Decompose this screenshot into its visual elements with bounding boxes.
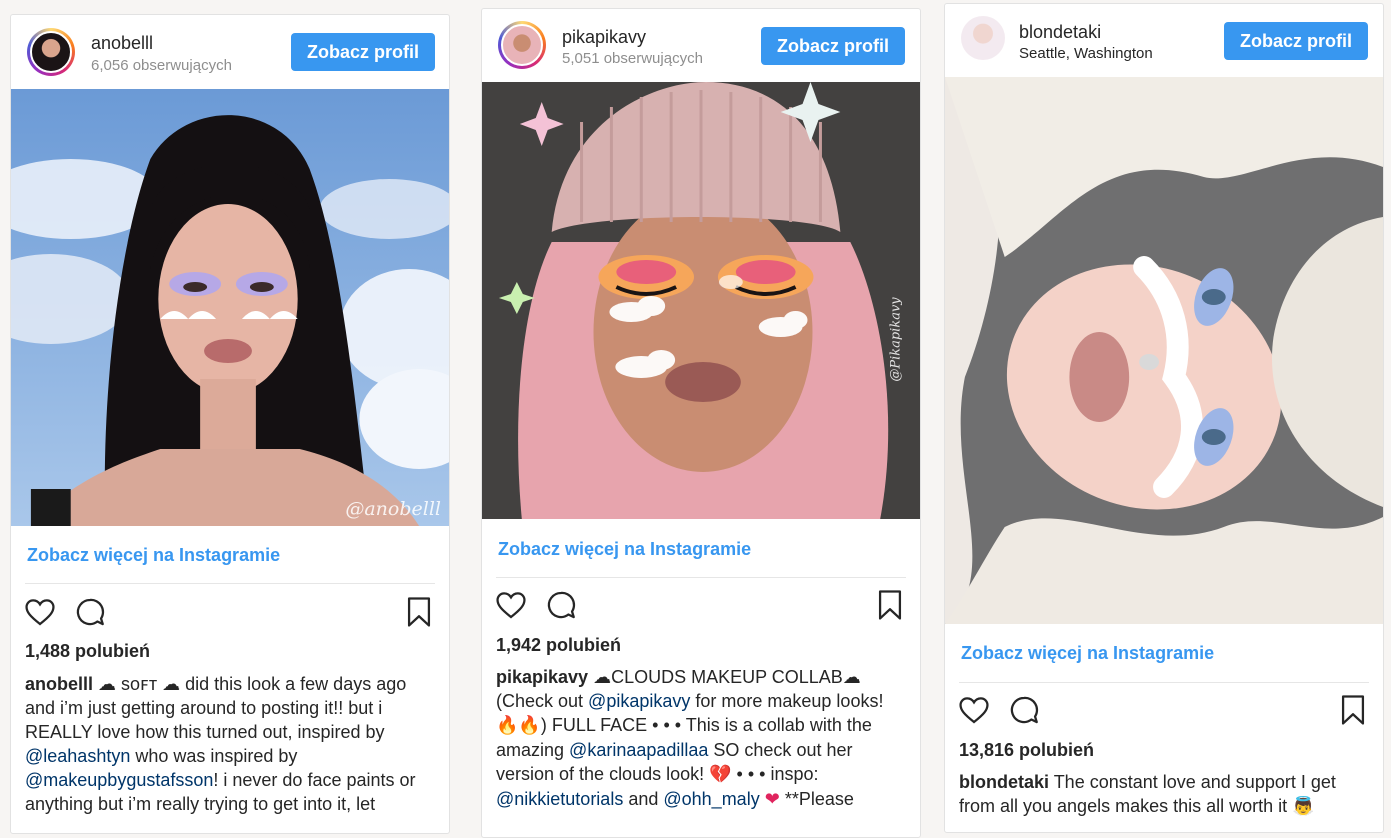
avatar[interactable] <box>961 16 1005 60</box>
post-photo-art <box>11 89 449 526</box>
divider <box>25 583 435 584</box>
caption-text: who was inspired by <box>130 746 298 766</box>
view-profile-button[interactable]: Zobacz profil <box>1224 22 1368 60</box>
location: Seattle, Washington <box>1019 45 1153 62</box>
instagram-embed-card-pikapikavy: pikapikavy 5,051 obserwujących Zobacz pr… <box>481 8 921 838</box>
bookmark-icon[interactable] <box>873 588 907 622</box>
mention-link[interactable]: @ohh_maly <box>663 789 759 809</box>
heart-icon[interactable] <box>23 595 57 629</box>
comment-icon[interactable] <box>1007 693 1041 727</box>
username[interactable]: blondetaki <box>1019 22 1101 43</box>
post-caption: pikapikavy ☁CLOUDS MAKEUP COLLAB☁ (Check… <box>496 665 910 812</box>
follower-count: 5,051 obserwujących <box>562 50 703 67</box>
photo-watermark: @Pikapikavy <box>888 297 904 382</box>
photo-watermark: @anobelll <box>345 498 441 520</box>
red-heart-emoji: ❤ <box>764 789 780 810</box>
post-photo[interactable] <box>945 77 1383 624</box>
bookmark-icon[interactable] <box>1336 693 1370 727</box>
username[interactable]: pikapikavy <box>562 27 646 48</box>
view-more-on-instagram-link[interactable]: Zobacz więcej na Instagramie <box>498 539 751 560</box>
mention-link[interactable]: @karinaapadillaa <box>569 740 708 760</box>
mention-link[interactable]: @nikkietutorials <box>496 789 623 809</box>
view-profile-button[interactable]: Zobacz profil <box>761 27 905 65</box>
comment-icon[interactable] <box>73 595 107 629</box>
post-photo[interactable]: @anobelll <box>11 89 449 526</box>
caption-text: and <box>623 789 664 809</box>
bookmark-icon[interactable] <box>402 595 436 629</box>
divider <box>959 682 1369 683</box>
comment-icon[interactable] <box>544 588 578 622</box>
post-caption: anobelll ☁ sᴏꜰᴛ ☁ did this look a few da… <box>25 672 439 816</box>
caption-text: • • • inspo: <box>731 764 819 784</box>
mention-link[interactable]: @pikapikavy <box>588 691 690 711</box>
likes-count: 1,942 polubień <box>496 635 622 655</box>
instagram-embed-card-blondetaki: blondetaki Seattle, Washington Zobacz pr… <box>944 3 1384 833</box>
angel-emoji: 👼 <box>1292 796 1315 817</box>
heart-icon[interactable] <box>957 693 991 727</box>
caption-author[interactable]: anobelll <box>25 674 93 694</box>
post-photo-art <box>945 77 1383 624</box>
post-photo-art <box>482 82 920 519</box>
divider <box>496 577 906 578</box>
follower-count: 6,056 obserwujących <box>91 57 232 74</box>
username[interactable]: anobelll <box>91 33 153 54</box>
heart-icon[interactable] <box>494 588 528 622</box>
mention-link[interactable]: @leahashtyn <box>25 746 130 766</box>
card-header: anobelll 6,056 obserwujących Zobacz prof… <box>11 15 449 89</box>
avatar[interactable] <box>498 21 546 69</box>
fire-emoji: 🔥🔥 <box>496 715 541 736</box>
avatar[interactable] <box>27 28 75 76</box>
view-profile-button[interactable]: Zobacz profil <box>291 33 435 71</box>
caption-text: for more makeup looks! <box>690 691 884 711</box>
likes-count: 1,488 polubień <box>25 641 151 661</box>
view-more-on-instagram-link[interactable]: Zobacz więcej na Instagramie <box>961 643 1214 664</box>
instagram-embed-card-anobelll: anobelll 6,056 obserwujących Zobacz prof… <box>10 14 450 834</box>
likes-count: 13,816 polubień <box>959 740 1095 760</box>
caption-author[interactable]: pikapikavy <box>496 667 588 687</box>
view-more-on-instagram-link[interactable]: Zobacz więcej na Instagramie <box>27 545 280 566</box>
broken-heart-emoji: 💔 <box>709 764 732 785</box>
caption-text: **Please <box>779 789 854 809</box>
post-photo[interactable]: @Pikapikavy <box>482 82 920 519</box>
mention-link[interactable]: @makeupbygustafsson <box>25 770 213 790</box>
card-header: pikapikavy 5,051 obserwujących Zobacz pr… <box>482 9 920 83</box>
caption-author[interactable]: blondetaki <box>959 772 1049 792</box>
card-header: blondetaki Seattle, Washington Zobacz pr… <box>945 4 1383 78</box>
